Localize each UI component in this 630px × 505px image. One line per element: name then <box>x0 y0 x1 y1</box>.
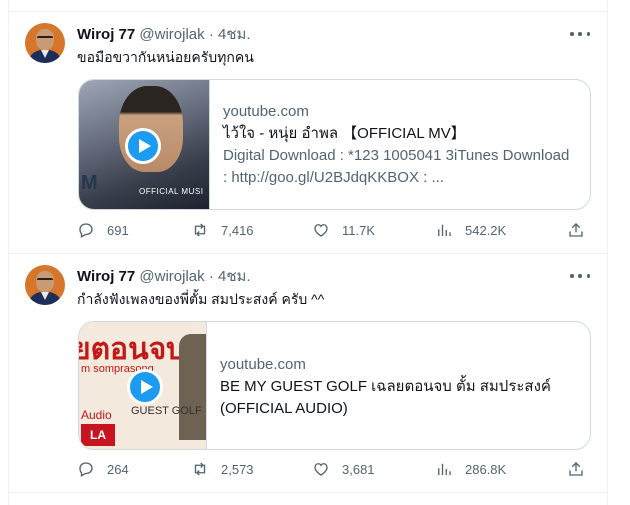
author-handle[interactable]: @wirojlak <box>139 26 204 43</box>
play-icon[interactable] <box>125 128 161 164</box>
tweet-time[interactable]: 4ชม. <box>218 268 251 285</box>
retweet-count: 2,573 <box>221 461 254 477</box>
retweet-button[interactable]: 7,416 <box>191 221 254 239</box>
tweet-text: กำลังฟังเพลงของพี่ตั้ม สมประสงค์ ครับ ^^ <box>77 291 325 307</box>
tweet[interactable]: Wiroj 77 @wirojlak · 4ชม. กำลังฟังเพลงขอ… <box>9 254 607 493</box>
tweet-header: Wiroj 77 @wirojlak · 4ชม. <box>77 267 251 287</box>
share-icon <box>569 462 583 476</box>
play-icon[interactable] <box>127 369 163 405</box>
reply-icon <box>79 223 93 238</box>
tweet-actions: 691 7,416 11.7K 542.2K <box>77 221 597 241</box>
reply-count: 691 <box>107 222 129 238</box>
like-count: 3,681 <box>342 461 375 477</box>
card-description-line1: Digital Download : *123 1005041 3iTunes … <box>223 147 570 164</box>
reply-icon <box>79 462 93 477</box>
retweet-button[interactable]: 2,573 <box>191 460 254 478</box>
card-text: youtube.com BE MY GUEST GOLF เฉลยตอนจบ ต… <box>220 354 580 420</box>
separator-dot: · <box>208 268 214 285</box>
card-title: ไว้ใจ - หนุ่ย อำพล 【OFFICIAL MV】 <box>223 125 466 142</box>
card-domain: youtube.com <box>220 356 306 373</box>
reply-button[interactable]: 264 <box>77 460 129 478</box>
thumbnail-caption: OFFICIAL MUSI <box>139 187 204 196</box>
card-description-line2: : http://goo.gl/U2BJdqKKBOX : ... <box>223 169 444 186</box>
heart-icon <box>314 224 328 237</box>
tweet[interactable]: Wiroj 77 @wirojlak · 4ชม. ขอมือขวากันหน่… <box>9 12 607 254</box>
thumbnail-logo: M <box>81 172 98 194</box>
separator-dot: · <box>208 26 214 43</box>
reply-button[interactable]: 691 <box>77 221 129 239</box>
avatar[interactable] <box>25 265 65 305</box>
tweet-actions: 264 2,573 3,681 286.8K <box>77 460 597 480</box>
views-button[interactable]: 542.2K <box>435 221 506 239</box>
more-options-icon[interactable] <box>570 26 590 42</box>
tweet-text: ขอมือขวากันหน่อยครับทุกคน <box>77 49 254 65</box>
share-button[interactable] <box>567 460 585 478</box>
audio-thumbnail: ยตอนจบ m somprasong GUEST GOLF Audio LA <box>79 322 207 449</box>
retweet-icon <box>194 223 206 237</box>
link-card[interactable]: ยตอนจบ m somprasong GUEST GOLF Audio LA … <box>78 321 591 450</box>
reply-count: 264 <box>107 461 129 477</box>
heart-icon <box>314 463 328 476</box>
analytics-icon <box>438 224 451 236</box>
tweet-time[interactable]: 4ชม. <box>218 26 251 43</box>
card-text: youtube.com ไว้ใจ - หนุ่ย อำพล 【OFFICIAL… <box>223 101 580 189</box>
analytics-icon <box>438 463 451 475</box>
share-icon <box>569 223 583 237</box>
like-button[interactable]: 11.7K <box>312 221 375 239</box>
like-button[interactable]: 3,681 <box>312 460 375 478</box>
card-title: BE MY GUEST GOLF เฉลยตอนจบ ตั้ม สมประสงค… <box>220 378 551 417</box>
view-count: 286.8K <box>465 461 507 477</box>
thumbnail-badge: LA <box>81 424 115 446</box>
link-card[interactable]: M OFFICIAL MUSI youtube.com ไว้ใจ - หนุ่… <box>78 79 591 210</box>
author-handle[interactable]: @wirojlak <box>139 268 204 285</box>
avatar[interactable] <box>25 23 65 63</box>
views-button[interactable]: 286.8K <box>435 460 506 478</box>
more-options-icon[interactable] <box>570 268 590 284</box>
thumbnail-logo: GUEST GOLF <box>131 405 202 417</box>
view-count: 542.2K <box>465 222 507 238</box>
retweet-icon <box>194 462 206 476</box>
video-thumbnail: M OFFICIAL MUSI <box>79 80 210 209</box>
thumbnail-audio-label: Audio <box>81 408 112 422</box>
share-button[interactable] <box>567 221 585 239</box>
like-count: 11.7K <box>342 222 376 238</box>
card-domain: youtube.com <box>223 103 309 120</box>
timeline-feed: Wiroj 77 @wirojlak · 4ชม. ขอมือขวากันหน่… <box>8 0 608 505</box>
retweet-count: 7,416 <box>221 222 254 238</box>
author-name[interactable]: Wiroj 77 <box>77 26 135 43</box>
author-name[interactable]: Wiroj 77 <box>77 268 135 285</box>
tweet-header: Wiroj 77 @wirojlak · 4ชม. <box>77 25 251 45</box>
